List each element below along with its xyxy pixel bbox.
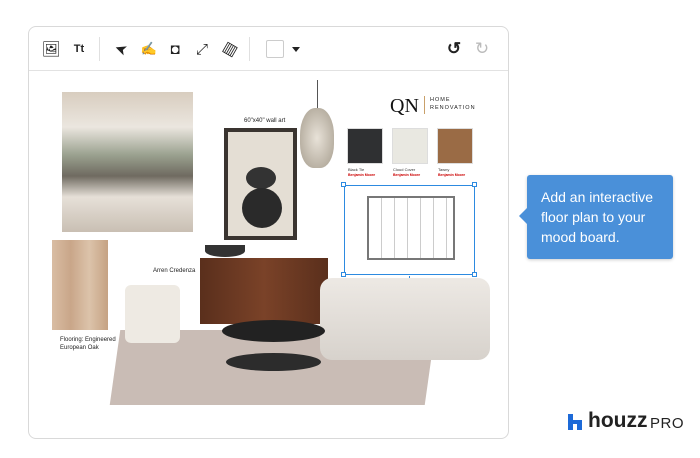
arrange-layers-icon[interactable]: ◘	[165, 39, 185, 59]
resize-icon[interactable]: ⤢	[192, 39, 212, 59]
swatch-cloud-cover[interactable]	[392, 128, 428, 164]
resize-handle[interactable]	[341, 272, 346, 277]
swatch-brand: Benjamin Moore	[393, 173, 421, 177]
toolbar-divider	[99, 37, 100, 61]
resize-handle[interactable]	[341, 182, 346, 187]
credenza-label: Arren Credenza	[153, 268, 196, 274]
undo-icon[interactable]: ↺	[444, 39, 464, 59]
floor-plan-drawing	[367, 196, 455, 260]
redo-icon[interactable]: ↻	[472, 39, 492, 59]
swatch-label: Cloud Cover	[393, 167, 416, 172]
floor-plan-tooltip: Add an interactive floor plan to your mo…	[519, 175, 673, 259]
color-dropdown-caret-icon[interactable]	[292, 47, 300, 52]
tooltip-text: Add an interactive floor plan to your mo…	[541, 189, 654, 245]
resize-handle[interactable]	[472, 182, 477, 187]
pro-wordmark: PRO	[650, 415, 685, 432]
toolbar-divider	[249, 37, 250, 61]
sofa[interactable]	[320, 278, 490, 360]
resize-handle[interactable]	[472, 272, 477, 277]
color-picker-swatch[interactable]	[266, 40, 284, 58]
swatch-label: Tawny	[438, 167, 450, 172]
credenza[interactable]	[200, 258, 328, 324]
swatch-black-tie[interactable]	[347, 128, 383, 164]
qn-logo-mark: QN	[390, 95, 419, 117]
accent-chair[interactable]	[125, 285, 180, 343]
select-arrow-icon[interactable]: ➤	[108, 36, 134, 62]
coffee-table-shelf	[226, 353, 321, 371]
floor-plan-selected[interactable]	[344, 185, 475, 275]
wood-flooring-sample[interactable]	[52, 240, 108, 330]
logo-text-renovation: RENOVATION	[430, 105, 476, 111]
swatch-brand: Benjamin Moore	[348, 173, 376, 177]
interior-photo[interactable]	[62, 92, 193, 232]
draw-icon[interactable]: ✍	[139, 39, 159, 59]
swatch-tawny[interactable]	[437, 128, 473, 164]
swatch-label: Black Tie	[348, 167, 365, 172]
pendant-lamp[interactable]	[300, 108, 334, 168]
toolbar: 🖼 Tt ➤ ✍ ◘ ⤢ ▤ ↺ ↻	[29, 27, 508, 71]
image-icon[interactable]: 🖼	[41, 39, 61, 59]
text-icon[interactable]: Tt	[69, 39, 89, 59]
decor-bowl[interactable]	[205, 245, 245, 257]
houzz-wordmark: houzz	[588, 409, 648, 432]
coffee-table[interactable]	[222, 320, 325, 342]
wall-art-frame[interactable]	[224, 128, 297, 240]
logo-text-home: HOME	[430, 97, 451, 103]
logo-divider	[424, 96, 425, 114]
wall-art-label: 60"x40" wall art	[244, 118, 286, 124]
pendant-cord	[317, 80, 318, 110]
ruler-icon[interactable]: ▤	[215, 35, 242, 62]
swatch-brand: Benjamin Moore	[438, 173, 466, 177]
houzz-logo-icon	[568, 414, 582, 430]
